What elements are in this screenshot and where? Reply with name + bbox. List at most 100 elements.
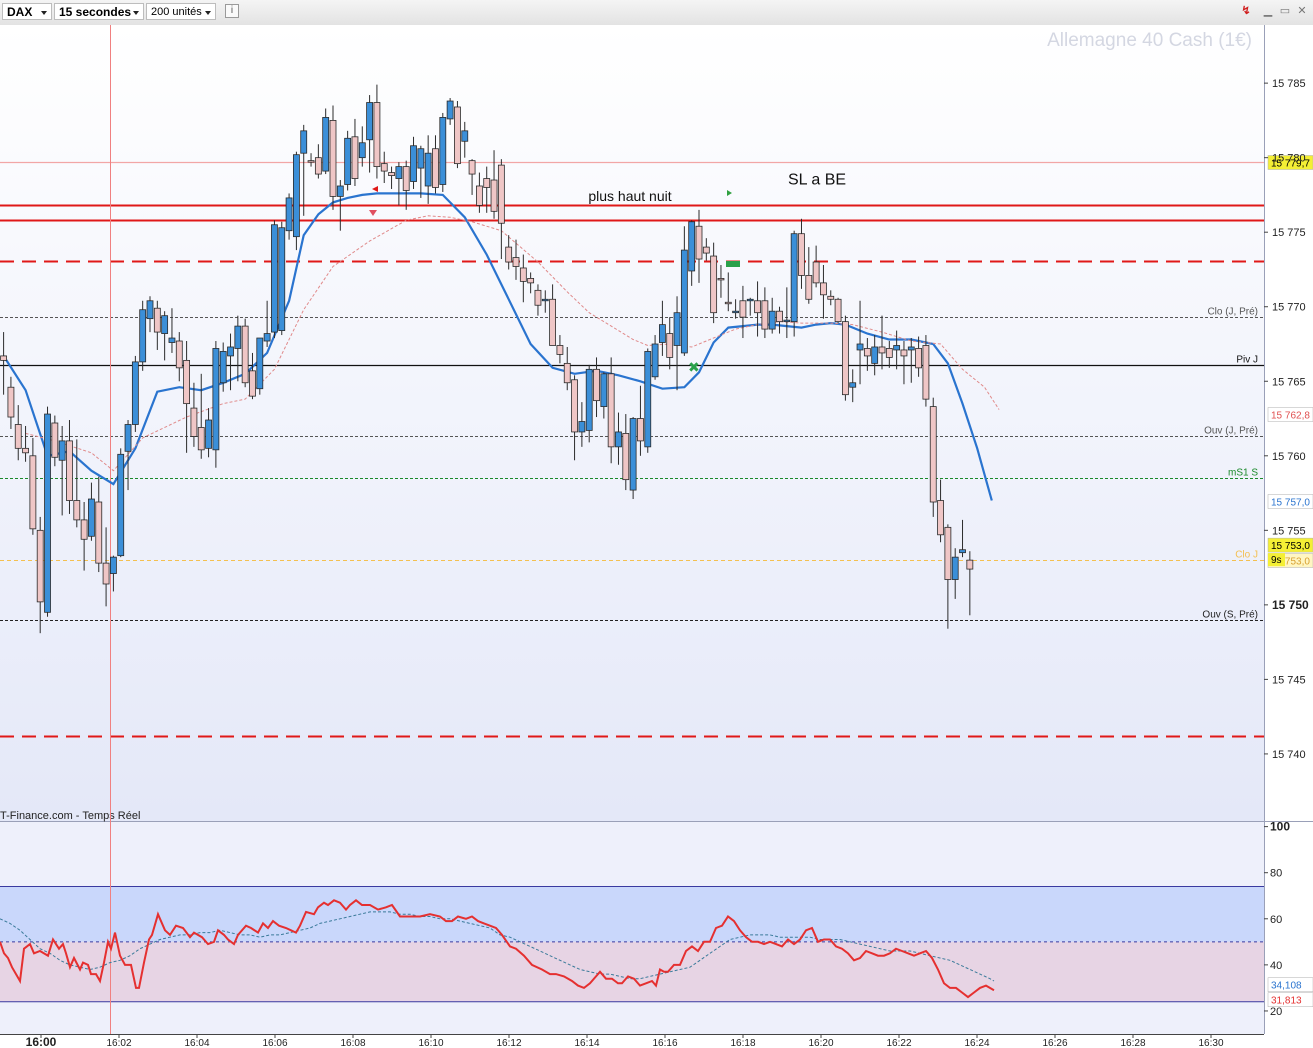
candle-body	[80, 519, 88, 540]
timer-label: 9s	[1271, 555, 1282, 566]
chart-watermark: Allemagne 40 Cash (1€)	[1047, 30, 1252, 51]
minimize-icon[interactable]: ▁	[1262, 5, 1274, 17]
candle-body	[490, 179, 498, 212]
candle-body	[483, 178, 491, 188]
candle-body	[249, 370, 256, 397]
x-tick-label: 16:14	[574, 1038, 599, 1048]
x-tick-label: 16:08	[340, 1038, 365, 1048]
candle-body	[117, 453, 125, 557]
candle-body	[0, 355, 8, 361]
y-tick-label: 15 780	[1272, 153, 1306, 165]
candle-body	[58, 440, 66, 461]
candle-body	[241, 325, 249, 384]
candle-body	[607, 373, 615, 448]
candle-body	[110, 556, 117, 574]
units-select[interactable]: 200 unités	[146, 3, 216, 20]
candle-body	[417, 148, 425, 169]
x-tick-label: 16:12	[496, 1038, 521, 1048]
candle-body	[534, 289, 542, 306]
candle-body	[227, 346, 234, 357]
candle-body	[139, 309, 147, 363]
candle	[271, 220, 278, 339]
candle-body	[322, 117, 330, 172]
candle-body	[541, 298, 549, 302]
candle	[278, 221, 286, 336]
x-tick-label: 16:26	[1042, 1038, 1067, 1048]
y-tick-label: 15 775	[1272, 227, 1306, 239]
price-badge-label: 15 762,8	[1271, 411, 1310, 422]
candle	[644, 348, 652, 453]
restore-icon[interactable]: ▭	[1279, 5, 1291, 17]
candle-body	[36, 529, 44, 603]
x-tick-label: 16:16	[652, 1038, 677, 1048]
toolbar: DAX 15 secondes 200 unités i ↯ ▁ ▭ ✕	[0, 0, 1313, 26]
candle-body	[593, 368, 600, 402]
candle	[629, 417, 637, 500]
candle-body	[446, 100, 454, 120]
refresh-icon[interactable]: ↯	[1240, 5, 1252, 17]
x-tick-label: 16:10	[418, 1038, 443, 1048]
candle-body	[900, 349, 908, 357]
candle-body	[688, 221, 696, 272]
chevron-down-icon	[205, 11, 211, 15]
instrument-label: DAX	[7, 5, 33, 19]
info-icon[interactable]: i	[225, 4, 239, 18]
candle-body	[673, 312, 681, 346]
candle-body	[556, 345, 564, 355]
candle-body	[7, 386, 15, 418]
candle-body	[373, 102, 381, 168]
candle-body	[805, 275, 813, 300]
price-level-label: Clo (J, Pré)	[1207, 307, 1258, 318]
candle-body	[578, 421, 586, 433]
candle-body	[812, 261, 820, 284]
candle	[834, 297, 842, 324]
candle-body	[175, 340, 183, 369]
period-select[interactable]: 15 secondes	[54, 3, 144, 20]
y-tick-label: 15 785	[1272, 78, 1306, 90]
candle-body	[51, 422, 59, 458]
chart-area[interactable]: Allemagne 40 Cash (1€) T-Finance.com - T…	[0, 25, 1313, 1048]
candle-body	[856, 343, 864, 351]
candle-body	[66, 440, 73, 501]
candle-body	[190, 407, 198, 437]
x-tick-label: 16:02	[106, 1038, 131, 1048]
cross-marker-icon: ✖	[688, 360, 700, 376]
candle-body	[212, 348, 220, 451]
price-level-label: Ouv (S, Pré)	[1202, 610, 1258, 621]
candle-body	[146, 300, 154, 320]
rsi-y-tick-label: 80	[1270, 868, 1282, 880]
candle-body	[197, 427, 205, 451]
candle-body	[878, 346, 886, 354]
candle-body	[475, 185, 483, 206]
candle-body	[695, 225, 703, 260]
candle-body	[966, 559, 974, 570]
candle-body	[14, 424, 22, 449]
current-price-label: 15 753,0	[1271, 541, 1310, 552]
candle-body	[929, 406, 937, 503]
candle-body	[959, 549, 966, 554]
candle	[454, 101, 461, 169]
candle-body	[871, 346, 879, 364]
candle-body	[637, 418, 644, 442]
candle-body	[834, 298, 842, 323]
candle-body	[863, 348, 871, 357]
rsi-lower-band	[0, 941, 1264, 1002]
price-level-label: mS1 S	[1228, 468, 1258, 479]
rsi-y-tick-label: 40	[1270, 960, 1282, 972]
candle	[139, 300, 147, 371]
price-level-label: Ouv (J, Pré)	[1204, 426, 1258, 437]
candle-body	[161, 315, 169, 334]
close-icon[interactable]: ✕	[1296, 5, 1308, 17]
instrument-select[interactable]: DAX	[2, 3, 52, 20]
candle-body	[271, 224, 278, 333]
rsi-bands	[0, 886, 1264, 1003]
rsi-signal-value: 34,108	[1271, 981, 1302, 992]
candle	[929, 397, 937, 517]
candle	[790, 230, 798, 337]
candle-body	[827, 295, 835, 300]
candle-body	[666, 333, 674, 358]
candle	[842, 315, 849, 401]
candle-body	[358, 142, 366, 159]
candle-body	[219, 351, 227, 384]
candle-body	[366, 102, 374, 141]
